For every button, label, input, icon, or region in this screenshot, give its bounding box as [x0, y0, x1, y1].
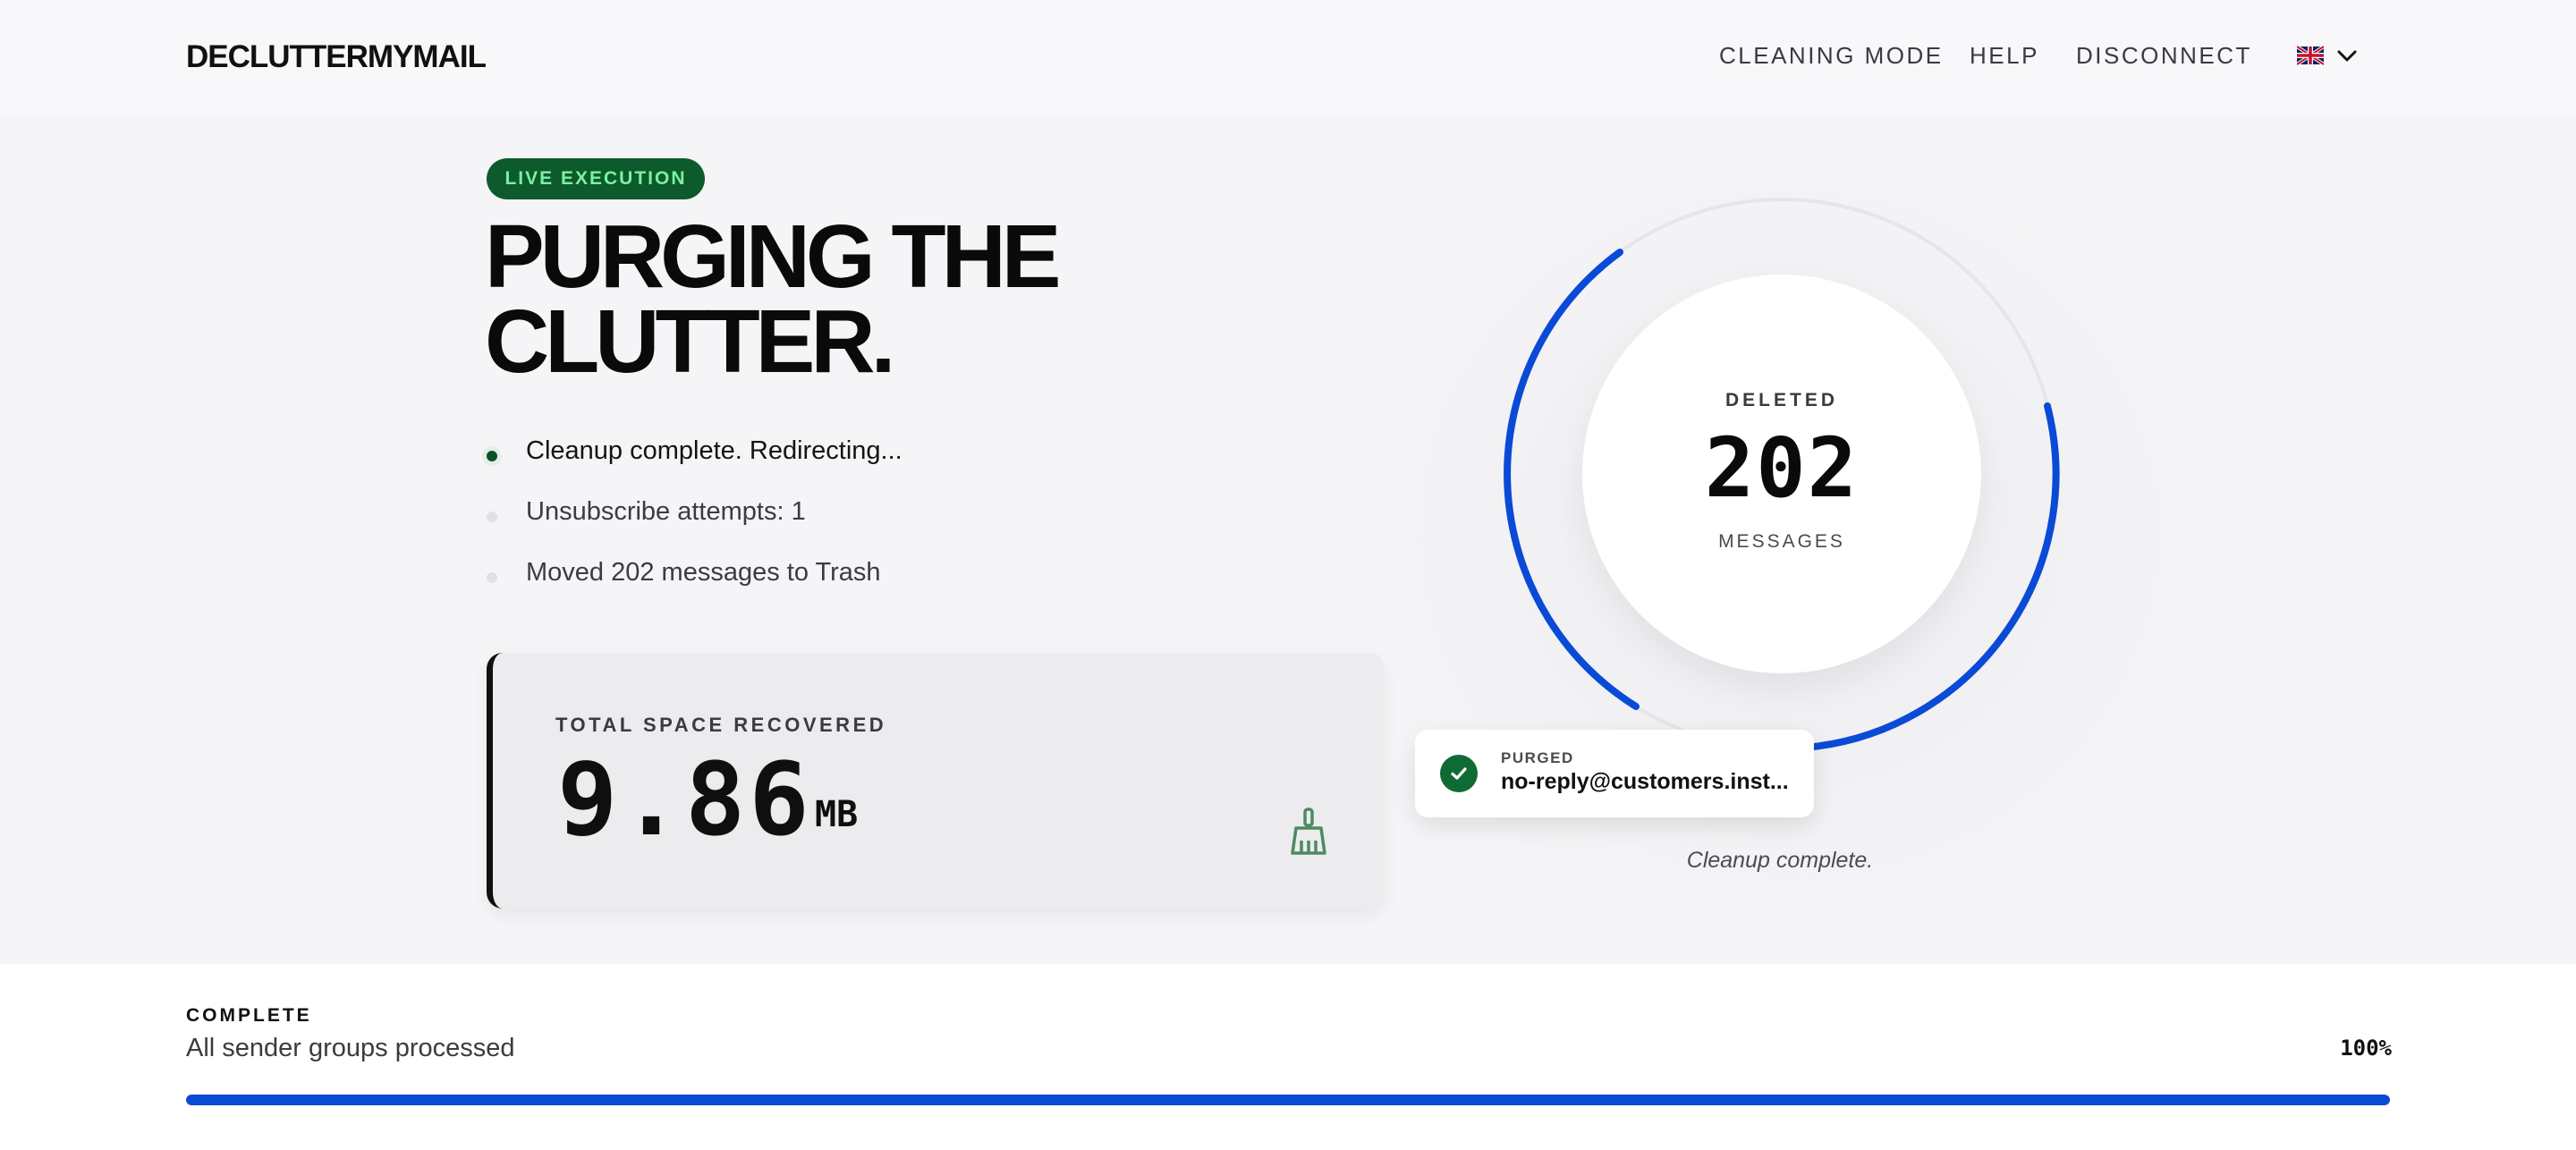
dot-icon — [487, 572, 497, 583]
live-execution-badge: LIVE EXECUTION — [487, 158, 705, 199]
cleanup-note: Cleanup complete. — [1686, 848, 1874, 873]
space-value: 9.86 — [557, 742, 813, 858]
space-label: TOTAL SPACE RECOVERED — [555, 714, 887, 736]
status-label: COMPLETE — [186, 1005, 312, 1026]
nav-cleaning-mode[interactable]: CLEANING MODE — [1719, 42, 1944, 70]
activity-log: Cleanup complete. Redirecting... Unsubsc… — [487, 436, 1292, 619]
status-text: All sender groups processed — [186, 1034, 515, 1062]
log-text: Cleanup complete. Redirecting... — [526, 436, 902, 465]
main-nav: CLEANING MODE HELP DISCONNECT — [0, 42, 2576, 72]
broom-icon — [1291, 808, 1326, 855]
log-text: Unsubscribe attempts: 1 — [526, 497, 806, 526]
title-line-2: CLUTTER. — [485, 292, 895, 392]
page: DECLUTTERMYMAIL CLEANING MODE HELP DISCO… — [0, 0, 2576, 1150]
space-unit: MB — [815, 794, 859, 835]
log-text: Moved 202 messages to Trash — [526, 558, 881, 587]
active-dot-icon — [487, 451, 497, 461]
space-recovered-card: TOTAL SPACE RECOVERED 9.86 MB — [487, 653, 1385, 909]
toast-email: no-reply@customers.inst... — [1501, 769, 1789, 794]
toast-label: PURGED — [1501, 749, 1574, 766]
progress-percent: 100% — [2340, 1036, 2392, 1061]
log-item: Moved 202 messages to Trash — [487, 558, 1292, 619]
page-title: PURGING THE CLUTTER. — [485, 212, 1129, 386]
progress-footer: COMPLETE All sender groups processed 100… — [0, 964, 2576, 1150]
top-bar: DECLUTTERMYMAIL CLEANING MODE HELP DISCO… — [0, 0, 2576, 114]
nav-help[interactable]: HELP — [1970, 42, 2039, 70]
language-selector[interactable] — [2297, 41, 2360, 72]
deleted-count: 202 — [1704, 420, 1860, 516]
purged-toast: PURGED no-reply@customers.inst... — [1415, 730, 1814, 817]
log-item: Unsubscribe attempts: 1 — [487, 497, 1292, 558]
progress-bar — [186, 1095, 2390, 1105]
deleted-label: DELETED — [1724, 390, 1838, 410]
uk-flag-icon — [2297, 46, 2324, 65]
check-icon — [1440, 755, 1478, 792]
log-item: Cleanup complete. Redirecting... — [487, 436, 1292, 497]
deleted-unit: MESSAGES — [1718, 531, 1845, 552]
nav-disconnect[interactable]: DISCONNECT — [2076, 42, 2252, 70]
dot-icon — [487, 512, 497, 522]
chevron-down-icon — [2337, 50, 2357, 62]
progress-fill — [186, 1095, 2390, 1105]
hero-section: LIVE EXECUTION PURGING THE CLUTTER. Clea… — [0, 114, 2576, 964]
